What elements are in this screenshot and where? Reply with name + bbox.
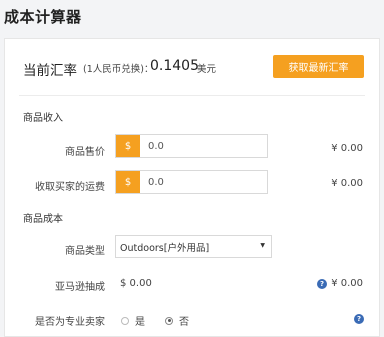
radio-no-label: 否 [179, 317, 189, 328]
help-icon[interactable]: ? [317, 279, 327, 289]
commission-value: $ 0.00 [120, 278, 152, 289]
dropdown-caret-icon: ▼ [260, 242, 265, 249]
radio-unchecked-icon [121, 316, 129, 325]
pro-seller-label: 是否为专业卖家 [35, 317, 105, 328]
rate-note: (1人民币兑换)： [83, 64, 154, 75]
price-label: 商品售价 [65, 147, 105, 158]
shipping-input[interactable] [140, 171, 267, 193]
exchange-rate-row: 当前汇率 (1人民币兑换)： 0.1405 美元 获取最新汇率 [5, 39, 379, 95]
commission-label: 亚马逊抽成 [55, 282, 105, 293]
dollar-icon: $ [116, 171, 140, 193]
shipping-input-group: $ [115, 170, 268, 194]
category-select[interactable]: Outdoors[户外用品] ▼ [115, 235, 272, 258]
shipping-converted: ¥ 0.00 [331, 178, 363, 189]
rate-label: 当前汇率 [23, 63, 77, 79]
calculator-card: 当前汇率 (1人民币兑换)： 0.1405 美元 获取最新汇率 商品收入 商品售… [4, 38, 380, 337]
price-input-group: $ [115, 134, 268, 158]
radio-checked-icon [165, 316, 173, 325]
commission-converted: ¥ 0.00 [331, 278, 363, 289]
category-label: 商品类型 [65, 246, 105, 257]
category-selected-value: Outdoors[户外用品] [120, 242, 210, 254]
rate-value: 0.1405 [150, 58, 199, 74]
divider [19, 95, 365, 96]
price-converted: ¥ 0.00 [331, 143, 363, 154]
dollar-icon: $ [116, 135, 140, 157]
cost-section-label: 商品成本 [23, 214, 63, 225]
help-icon[interactable]: ? [354, 314, 364, 324]
pro-seller-option-yes[interactable]: 是 [121, 313, 145, 328]
page-title: 成本计算器 [4, 8, 82, 26]
radio-yes-label: 是 [135, 317, 145, 328]
get-latest-rate-button[interactable]: 获取最新汇率 [273, 55, 364, 78]
rate-unit: 美元 [197, 64, 217, 75]
pro-seller-option-no[interactable]: 否 [165, 313, 189, 328]
shipping-label: 收取买家的运费 [35, 182, 105, 193]
income-section-label: 商品收入 [23, 113, 63, 124]
price-input[interactable] [140, 135, 267, 157]
